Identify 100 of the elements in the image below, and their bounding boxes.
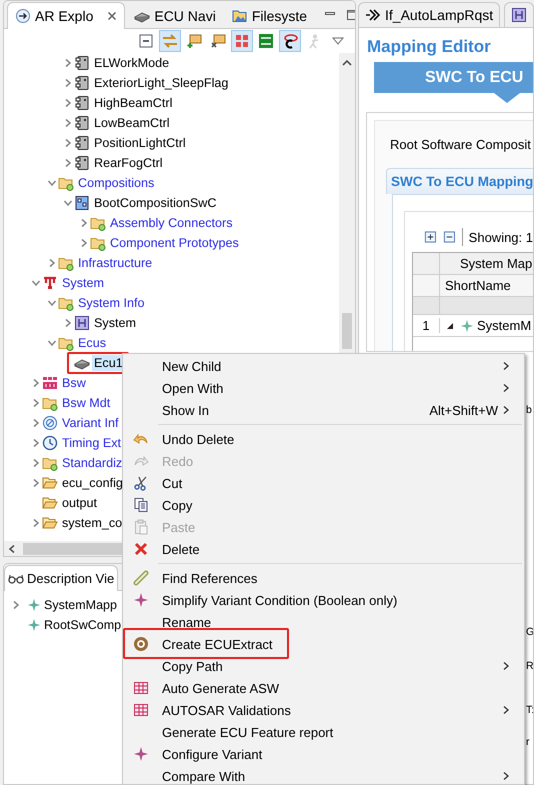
folder-icon bbox=[42, 395, 58, 411]
text-fragment: b bbox=[526, 403, 533, 418]
menu-item[interactable]: Open With bbox=[123, 377, 524, 399]
section-tab[interactable]: SWC To ECU Mapping bbox=[386, 168, 533, 194]
tree-item[interactable]: Compositions bbox=[76, 175, 156, 191]
menu-item[interactable]: Find References bbox=[123, 567, 524, 589]
open-folder-icon bbox=[42, 475, 58, 491]
tab[interactable]: AR Explo bbox=[7, 2, 126, 29]
chevron-icon[interactable] bbox=[63, 98, 73, 108]
menu-item[interactable]: New Child bbox=[123, 355, 524, 377]
scrollbar-thumb[interactable] bbox=[342, 313, 352, 349]
menu-item[interactable]: Rename bbox=[123, 611, 524, 633]
chevron-icon[interactable] bbox=[31, 518, 41, 528]
tree-item[interactable]: ExteriorLight_SleepFlag bbox=[92, 75, 230, 91]
menu-item[interactable]: Copy Path bbox=[123, 655, 524, 677]
chevron-icon[interactable] bbox=[79, 218, 89, 228]
tree-item[interactable]: System Info bbox=[76, 295, 146, 311]
tree-item[interactable]: PositionLightCtrl bbox=[92, 135, 188, 151]
chevron-icon[interactable] bbox=[31, 458, 41, 468]
component-icon bbox=[74, 115, 90, 131]
maximize-icon[interactable] bbox=[346, 8, 355, 20]
chevron-icon[interactable] bbox=[31, 278, 41, 288]
collapse-all-icon[interactable] bbox=[442, 230, 456, 244]
interface-icon bbox=[365, 7, 381, 23]
list-item[interactable]: RootSwComp bbox=[44, 618, 122, 632]
menu-item[interactable]: Create ECUExtract bbox=[123, 633, 524, 655]
chevron-icon[interactable] bbox=[31, 378, 41, 388]
chevron-icon[interactable] bbox=[11, 600, 21, 610]
tree-item[interactable]: Assembly Connectors bbox=[108, 215, 234, 231]
tree-item[interactable]: System bbox=[60, 275, 106, 291]
tree-item[interactable]: Variant Inf bbox=[60, 415, 120, 431]
menu-item[interactable]: Auto Generate ASW bbox=[123, 677, 524, 699]
table-icon bbox=[133, 680, 149, 696]
menu-item[interactable]: Copy bbox=[123, 494, 524, 516]
tab[interactable] bbox=[504, 2, 534, 27]
column-header[interactable]: ShortName bbox=[440, 275, 511, 296]
chevron-icon[interactable] bbox=[31, 398, 41, 408]
tree-item[interactable]: Infrastructure bbox=[76, 255, 154, 271]
tab[interactable]: If_AutoLampRqst bbox=[358, 2, 500, 27]
tree-item[interactable]: Bsw Mdt bbox=[60, 395, 112, 411]
menu-item[interactable]: Simplify Variant Condition (Boolean only) bbox=[123, 589, 524, 611]
tree-item[interactable]: LowBeamCtrl bbox=[92, 115, 172, 131]
tab[interactable]: ECU Navi bbox=[127, 4, 223, 28]
tab[interactable]: Filesyste bbox=[224, 4, 314, 28]
menu-item[interactable]: Configure Variant bbox=[123, 743, 524, 765]
tree-item[interactable]: BootCompositionSwC bbox=[92, 195, 218, 211]
menu-item[interactable]: Delete bbox=[123, 538, 524, 560]
expand-all-icon[interactable] bbox=[424, 230, 437, 244]
chevron-icon[interactable] bbox=[63, 198, 73, 208]
tab[interactable]: Description Vie bbox=[4, 565, 118, 591]
chevron-icon[interactable] bbox=[63, 118, 73, 128]
close-icon[interactable] bbox=[107, 11, 118, 21]
chevron-icon[interactable] bbox=[63, 158, 73, 168]
editor-title: Mapping Editor bbox=[367, 36, 492, 58]
folder-icon bbox=[58, 175, 74, 191]
tree-item[interactable]: output bbox=[60, 495, 100, 511]
chevron-icon[interactable] bbox=[63, 58, 73, 68]
tree-item[interactable]: Bsw bbox=[60, 375, 88, 391]
scroll-left-icon[interactable] bbox=[7, 544, 17, 554]
tree-item[interactable]: system_co bbox=[60, 515, 124, 531]
tree-item[interactable]: Timing Ext bbox=[60, 435, 124, 451]
tree-item[interactable]: ecu_config bbox=[60, 475, 125, 491]
chevron-icon[interactable] bbox=[63, 138, 73, 148]
tree-item[interactable]: System bbox=[92, 315, 138, 331]
folder-icon bbox=[90, 215, 106, 231]
tag-icon bbox=[258, 33, 274, 49]
chevron-icon[interactable] bbox=[47, 178, 57, 188]
expand-triangle-icon[interactable] bbox=[446, 322, 454, 330]
menu-item[interactable]: Undo Delete bbox=[123, 428, 524, 450]
chevron-icon[interactable] bbox=[63, 78, 73, 88]
tree-item[interactable]: HighBeamCtrl bbox=[92, 95, 174, 111]
toolbar-button[interactable] bbox=[279, 30, 301, 52]
chevron-icon[interactable] bbox=[63, 318, 73, 328]
menu-item[interactable]: AUTOSAR Validations bbox=[123, 699, 524, 721]
open-folder-icon bbox=[42, 515, 58, 531]
menu-item[interactable]: Generate ECU Feature report bbox=[123, 721, 524, 743]
menu-item[interactable]: Cut bbox=[123, 472, 524, 494]
tree-item[interactable]: Ecu1 bbox=[92, 355, 125, 371]
chevron-icon[interactable] bbox=[47, 258, 57, 268]
chevron-icon[interactable] bbox=[47, 338, 57, 348]
folder-icon bbox=[90, 235, 106, 251]
menu-item[interactable]: Show In Alt+Shift+W bbox=[123, 399, 524, 421]
tree-item[interactable]: Standardiz bbox=[60, 455, 124, 471]
tree-item[interactable]: Component Prototypes bbox=[108, 235, 241, 251]
chevron-icon[interactable] bbox=[47, 298, 57, 308]
tree-item[interactable]: RearFogCtrl bbox=[92, 155, 165, 171]
tree-item[interactable]: ELWorkMode bbox=[92, 55, 172, 71]
chevron-icon[interactable] bbox=[31, 438, 41, 448]
tree-item[interactable]: Ecus bbox=[76, 335, 108, 351]
composition-icon bbox=[74, 195, 90, 211]
frame-icon bbox=[511, 7, 528, 23]
banner-pointer bbox=[494, 93, 520, 103]
remove-icon bbox=[210, 33, 226, 49]
chevron-icon[interactable] bbox=[31, 418, 41, 428]
list-item[interactable]: SystemMapp bbox=[44, 598, 117, 612]
menu-item[interactable]: Compare With bbox=[123, 765, 524, 784]
arrow-circle-icon bbox=[15, 8, 31, 24]
link-icon bbox=[162, 33, 178, 49]
chevron-icon[interactable] bbox=[79, 238, 89, 248]
chevron-icon[interactable] bbox=[31, 478, 41, 488]
